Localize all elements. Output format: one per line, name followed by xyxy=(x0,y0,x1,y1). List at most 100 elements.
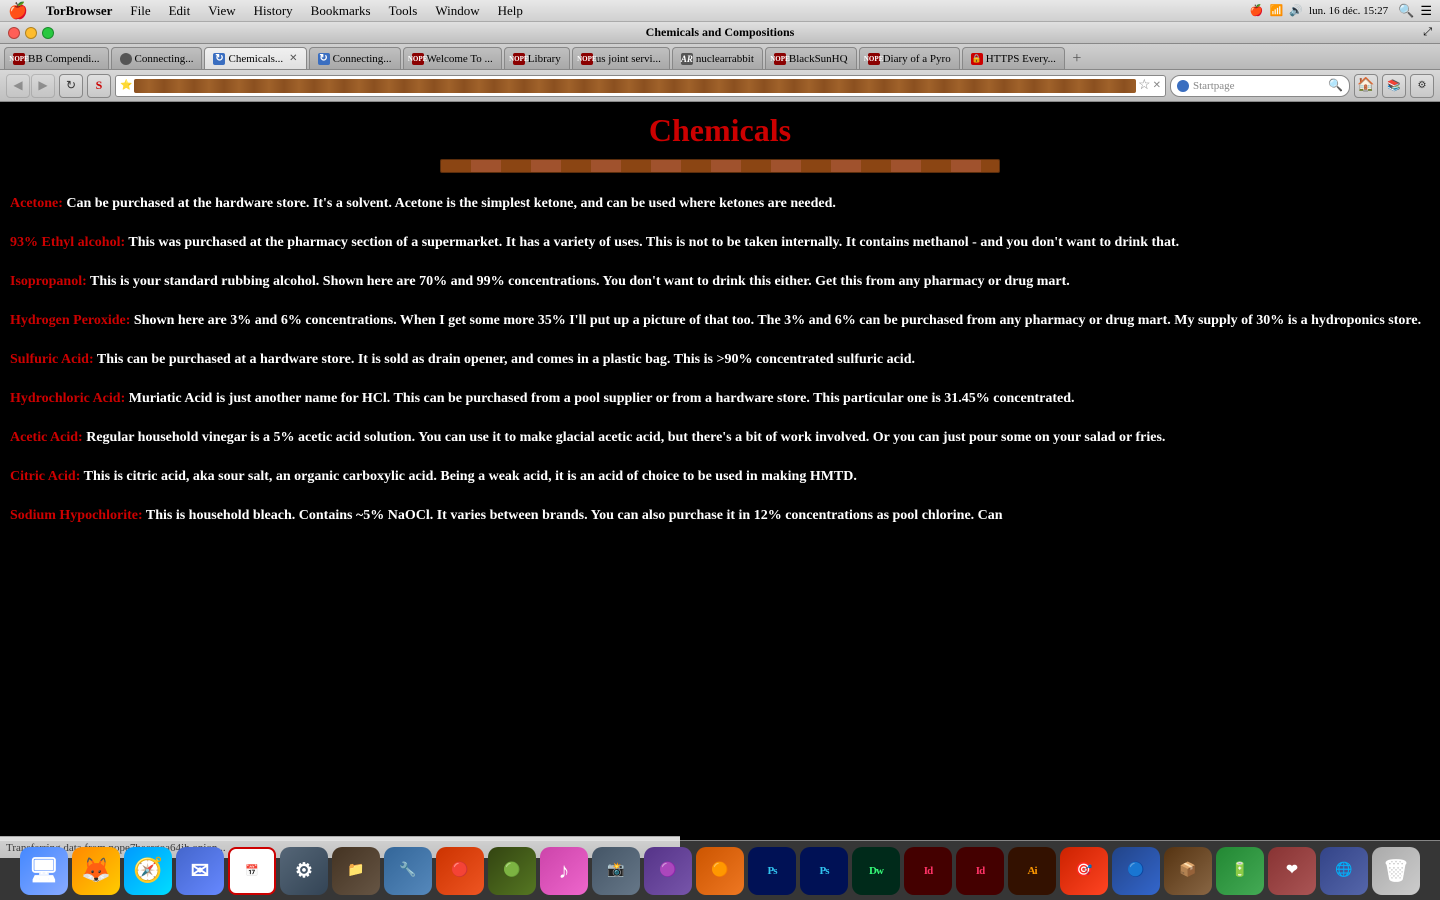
dock-app9[interactable]: 🔴 xyxy=(436,847,484,895)
dock-app22[interactable]: 🔵 xyxy=(1112,847,1160,895)
tab-us-joint[interactable]: NOPE us joint servi... xyxy=(572,47,670,69)
dock-itunes[interactable]: ♪ xyxy=(540,847,588,895)
dock-app7[interactable]: 📁 xyxy=(332,847,380,895)
dock-app13[interactable]: 🟣 xyxy=(644,847,692,895)
search-icon[interactable]: 🔍 xyxy=(1328,78,1343,93)
close-button[interactable] xyxy=(8,27,20,39)
entry-sodium-hypochlorite: Sodium Hypochlorite: This is household b… xyxy=(10,505,1430,526)
dock-app25[interactable]: ❤ xyxy=(1268,847,1316,895)
tab-connecting-1[interactable]: Connecting... xyxy=(111,47,203,69)
address-close[interactable]: ✕ xyxy=(1153,80,1161,91)
menu-torbrowser[interactable]: TorBrowser xyxy=(38,1,120,21)
tab-nuclear-rabbit[interactable]: AR nuclearrabbit xyxy=(672,47,763,69)
entry-text-sodium: This is household bleach. Contains ~5% N… xyxy=(143,508,1003,523)
forward-button[interactable]: ▶ xyxy=(31,74,55,98)
tab-favicon-1: NOPE xyxy=(13,53,25,65)
home-button[interactable]: 🏠 xyxy=(1354,74,1378,98)
search-icon[interactable]: 🔍 xyxy=(1398,3,1414,19)
bookmark-star[interactable]: ☆ xyxy=(1138,77,1151,94)
entry-label-sodium: Sodium Hypochlorite: xyxy=(10,508,143,523)
dock-photoshop2[interactable]: Ps xyxy=(800,847,848,895)
tab-connecting-2[interactable]: ↻ Connecting... xyxy=(309,47,401,69)
dock-trash[interactable]: 🗑 xyxy=(1372,847,1420,895)
menu-help[interactable]: Help xyxy=(490,1,531,21)
dock-mail[interactable]: ✉ xyxy=(176,847,224,895)
dock-app14[interactable]: 🟠 xyxy=(696,847,744,895)
dock-app12[interactable]: 📸 xyxy=(592,847,640,895)
tab-favicon-8: AR xyxy=(681,53,693,65)
dock-indesign[interactable]: Id xyxy=(904,847,952,895)
entry-hydrogen-peroxide: Hydrogen Peroxide: Shown here are 3% and… xyxy=(10,310,1430,331)
tab-label-1: BB Compendi... xyxy=(28,53,100,65)
tab-favicon-11: 🔒 xyxy=(971,53,983,65)
dock-app10[interactable]: 🟢 xyxy=(488,847,536,895)
tab-diary-pyro[interactable]: NOPE Diary of a Pyro xyxy=(859,47,960,69)
dock-dreamweaver[interactable]: Dw xyxy=(852,847,900,895)
resize-icon[interactable]: ⤢ xyxy=(1423,26,1432,39)
entry-label-h2o2: Hydrogen Peroxide: xyxy=(10,313,130,328)
s-button[interactable]: S xyxy=(87,74,111,98)
tab-label-8: nuclearrabbit xyxy=(696,53,754,65)
dock-app6[interactable]: ⚙ xyxy=(280,847,328,895)
dock-firefox[interactable]: 🦊 xyxy=(72,847,120,895)
new-tab-button[interactable]: + xyxy=(1067,49,1087,69)
maximize-button[interactable] xyxy=(42,27,54,39)
tab-chemicals[interactable]: ↻ Chemicals... ✕ xyxy=(204,47,306,69)
back-button[interactable]: ◀ xyxy=(6,74,30,98)
entry-label-citric: Citric Acid: xyxy=(10,469,80,484)
dock-ical[interactable]: 📅 xyxy=(228,847,276,895)
notification-icon[interactable]: ☰ xyxy=(1420,3,1432,19)
options-button[interactable]: ⚙ xyxy=(1410,74,1434,98)
reload-button[interactable]: ↻ xyxy=(59,74,83,98)
entry-text-citric: This is citric acid, aka sour salt, an o… xyxy=(80,469,857,484)
dock-indesign2[interactable]: Id xyxy=(956,847,1004,895)
menu-edit[interactable]: Edit xyxy=(161,1,199,21)
menu-file[interactable]: File xyxy=(122,1,158,21)
menu-bookmarks[interactable]: Bookmarks xyxy=(303,1,379,21)
entry-label-acetic: Acetic Acid: xyxy=(10,430,83,445)
menu-window[interactable]: Window xyxy=(427,1,487,21)
tab-favicon-6: NOPE xyxy=(513,53,525,65)
dock-illustrator[interactable]: Ai xyxy=(1008,847,1056,895)
entry-text-acetone: Can be purchased at the hardware store. … xyxy=(63,196,836,211)
bookmarks-button[interactable]: 📚 xyxy=(1382,74,1406,98)
address-bar[interactable]: ⭐ ☆ ✕ xyxy=(115,75,1166,97)
entry-isopropanol: Isopropanol: This is your standard rubbi… xyxy=(10,271,1430,292)
dock-safari[interactable]: 🧭 xyxy=(124,847,172,895)
entry-text-acetic: Regular household vinegar is a 5% acetic… xyxy=(83,430,1166,445)
tab-favicon-7: NOPE xyxy=(581,53,593,65)
entry-sulfuric-acid: Sulfuric Acid: This can be purchased at … xyxy=(10,349,1430,370)
dock-photoshop[interactable]: Ps xyxy=(748,847,796,895)
dock-app8[interactable]: 🔧 xyxy=(384,847,432,895)
entry-label-ethyl: 93% Ethyl alcohol: xyxy=(10,235,125,250)
apple-menu[interactable]: 🍎 xyxy=(8,1,28,21)
entry-citric-acid: Citric Acid: This is citric acid, aka so… xyxy=(10,466,1430,487)
menu-tools[interactable]: Tools xyxy=(381,1,426,21)
tab-welcome-to[interactable]: NOPE Welcome To ... xyxy=(403,47,502,69)
entry-ethyl-alcohol: 93% Ethyl alcohol: This was purchased at… xyxy=(10,232,1430,253)
title-bar: Chemicals and Compositions ⤢ xyxy=(0,22,1440,44)
menu-view[interactable]: View xyxy=(200,1,243,21)
tab-label-9: BlackSunHQ xyxy=(789,53,848,65)
page-title: Chemicals xyxy=(10,112,1430,149)
dock-app24[interactable]: 🔋 xyxy=(1216,847,1264,895)
entry-acetone: Acetone: Can be purchased at the hardwar… xyxy=(10,193,1430,214)
tab-favicon-10: NOPE xyxy=(868,53,880,65)
dock-app23[interactable]: 📦 xyxy=(1164,847,1212,895)
entry-label-sulfuric: Sulfuric Acid: xyxy=(10,352,94,367)
tab-label-7: us joint servi... xyxy=(596,53,661,65)
minimize-button[interactable] xyxy=(25,27,37,39)
tab-close-3[interactable]: ✕ xyxy=(289,53,297,64)
tab-https-every[interactable]: 🔒 HTTPS Every... xyxy=(962,47,1065,69)
tab-blacksunhq[interactable]: NOPE BlackSunHQ xyxy=(765,47,857,69)
tab-bb-compendi[interactable]: NOPE BB Compendi... xyxy=(4,47,109,69)
address-bar-lock: ⭐ xyxy=(120,80,132,91)
dock-app21[interactable]: 🎯 xyxy=(1060,847,1108,895)
search-bar[interactable]: Startpage 🔍 xyxy=(1170,75,1350,97)
menu-history[interactable]: History xyxy=(246,1,301,21)
tab-library[interactable]: NOPE Library xyxy=(504,47,570,69)
dock-finder[interactable]: 🖥 xyxy=(20,847,68,895)
dock-app26[interactable]: 🌐 xyxy=(1320,847,1368,895)
entry-text-sulfuric: This can be purchased at a hardware stor… xyxy=(94,352,915,367)
tab-label-2: Connecting... xyxy=(135,53,194,65)
